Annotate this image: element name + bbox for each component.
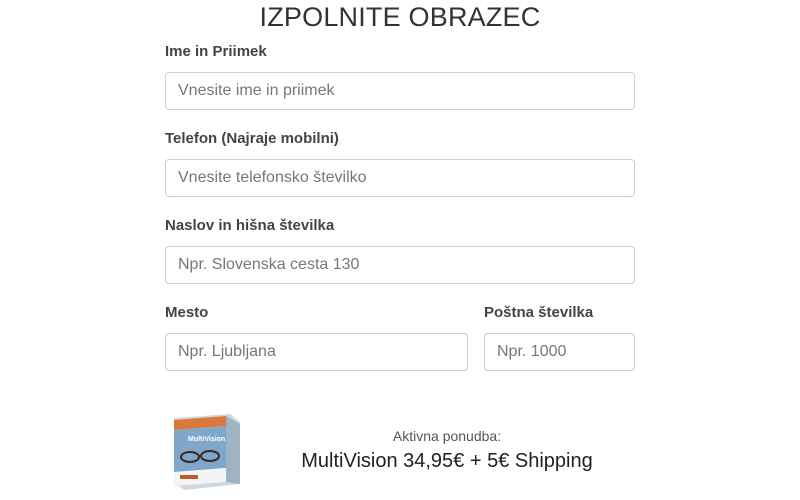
offer-label: Aktivna ponudba: <box>392 428 502 444</box>
name-label: Ime in Priimek <box>165 43 267 60</box>
address-label: Naslov in hišna številka <box>165 217 335 234</box>
product-box-image: MultiVision <box>170 412 244 492</box>
address-input[interactable] <box>165 246 635 284</box>
offer-text: MultiVision 34,95€ + 5€ Shipping <box>301 450 593 472</box>
page-title: IZPOLNITE OBRAZEC <box>259 2 541 32</box>
phone-label: Telefon (Najraje mobilni) <box>165 130 339 147</box>
city-label: Mesto <box>165 304 209 321</box>
city-input[interactable] <box>165 333 468 371</box>
name-input[interactable] <box>165 72 635 110</box>
postal-label: Poštna številka <box>484 304 594 321</box>
phone-input[interactable] <box>165 159 635 197</box>
svg-text:MultiVision: MultiVision <box>188 436 225 443</box>
product-box-icon: MultiVision <box>174 414 240 490</box>
postal-input[interactable] <box>484 333 635 371</box>
